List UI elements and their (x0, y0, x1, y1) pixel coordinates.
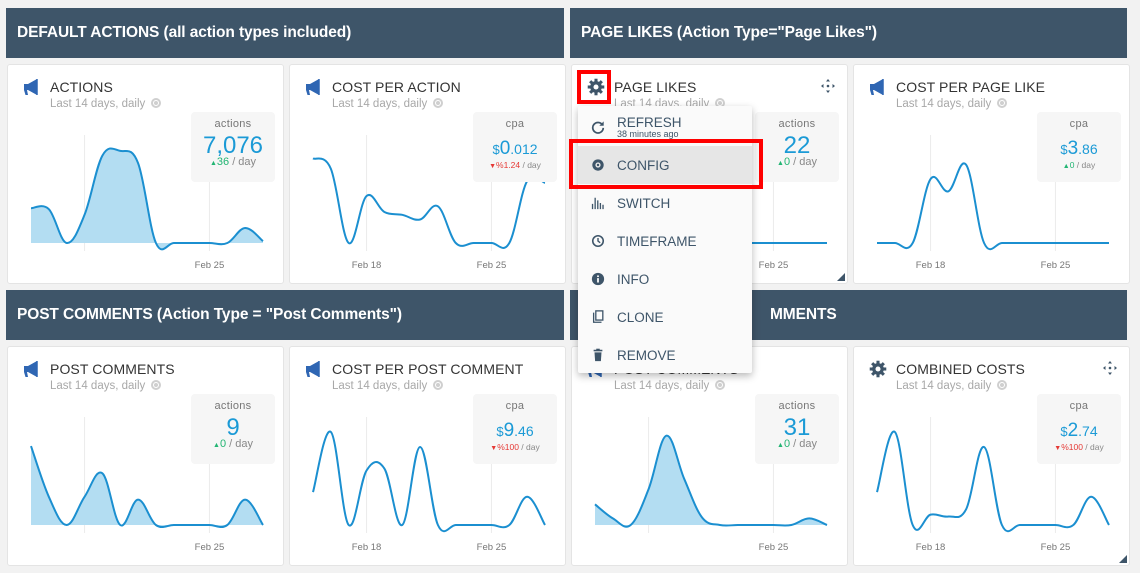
kpi-box: cpa $9.46 ▼%100 / day (473, 394, 557, 464)
widget-card: POST COMMENTSLast 14 days, dailyFeb 25ac… (7, 346, 284, 566)
x-tick-label: Feb 25 (1041, 260, 1071, 271)
kpi-value: $9.46 (496, 420, 534, 441)
menu-item-info[interactable]: INFO (578, 260, 752, 298)
menu-item-clone[interactable]: CLONE (578, 298, 752, 336)
kpi-label: actions (778, 400, 816, 412)
refresh-timestamp: 38 minutes ago (617, 128, 679, 139)
menu-label: INFO (617, 271, 650, 287)
refresh-icon (591, 121, 605, 134)
widget-card: POST COMMENTSLast 14 days, dailyFeb 25ac… (571, 346, 848, 566)
widget-card: ACTIONS Last 14 days, daily Feb 25 actions 7… (7, 64, 284, 284)
kpi-value: 31 (783, 414, 811, 441)
x-tick-label: Feb 25 (477, 542, 507, 553)
kpi-value: $3.86 (1060, 138, 1098, 159)
x-tick-label: Feb 25 (1041, 542, 1071, 553)
delta-arrow-icon: ▲ (1062, 163, 1070, 170)
x-tick-label: Feb 25 (195, 542, 225, 553)
kpi-box: actions 7,076 ▲36 / day (191, 112, 275, 182)
delta-arrow-icon: ▼ (489, 163, 497, 170)
kpi-label: cpa (1069, 118, 1089, 130)
section-header-default-actions: DEFAULT ACTIONS (all action types includ… (6, 8, 564, 58)
x-tick-label: Feb 25 (195, 260, 225, 271)
kpi-delta: ▼%100 / day (1054, 442, 1104, 452)
x-tick-label: Feb 25 (759, 542, 789, 553)
clock-icon (591, 234, 605, 248)
kpi-label: actions (214, 400, 252, 412)
clone-icon (592, 310, 604, 323)
kpi-label: actions (778, 118, 816, 130)
menu-item-switch[interactable]: SWITCH (578, 184, 752, 222)
widget-card: COST PER PAGE LIKE Last 14 days, daily Feb… (853, 64, 1130, 284)
delta-arrow-icon: ▲ (777, 442, 784, 449)
kpi-label: cpa (505, 118, 525, 130)
kpi-box: cpa $2.74 ▼%100 / day (1037, 394, 1121, 464)
x-tick-label: Feb 18 (916, 542, 946, 553)
kpi-label: cpa (1069, 400, 1089, 412)
kpi-box: actions 9 ▲0 / day (191, 394, 275, 464)
kpi-value: 7,076 (202, 132, 264, 159)
x-tick-label: Feb 25 (759, 260, 789, 271)
menu-label: CONFIG (617, 157, 670, 173)
kpi-label: cpa (505, 400, 525, 412)
kpi-value: 22 (783, 132, 811, 159)
widget-menu: REFRESH 38 minutes ago CONFIG SWITCH TIME… (578, 106, 752, 373)
widget-card: COST PER ACTION Last 14 days, daily Feb 18… (289, 64, 566, 284)
kpi-delta: ▲0 / day (777, 156, 817, 168)
kpi-delta: ▲0 / day (1062, 160, 1096, 170)
info-icon (591, 272, 605, 286)
x-tick-label: Feb 18 (352, 542, 382, 553)
trash-icon (593, 348, 603, 362)
kpi-delta: ▲0 / day (213, 438, 253, 450)
bar-chart-icon (591, 197, 604, 210)
kpi-value: $2.74 (1060, 420, 1098, 441)
kpi-box: actions 31 ▲0 / day (755, 394, 839, 464)
kpi-delta: ▼%100 / day (490, 442, 540, 452)
kpi-box: cpa $0.012 ▼%1.24 / day (473, 112, 557, 182)
kpi-value: $0.012 (492, 138, 538, 159)
menu-label: REFRESH (617, 114, 682, 130)
delta-arrow-icon: ▲ (213, 442, 220, 449)
config-icon (592, 159, 604, 171)
x-tick-label: Feb 18 (916, 260, 946, 271)
menu-label: SWITCH (617, 195, 671, 211)
kpi-box: cpa $3.86 ▲0 / day (1037, 112, 1121, 182)
delta-arrow-icon: ▲ (209, 160, 217, 167)
delta-arrow-icon: ▲ (777, 160, 784, 167)
kpi-label: actions (214, 118, 252, 130)
resize-handle-icon[interactable] (1119, 555, 1127, 563)
kpi-delta: ▼%1.24 / day (489, 160, 541, 170)
section-header-post-comments: POST COMMENTS (Action Type = "Post Comme… (6, 290, 564, 340)
menu-label: CLONE (617, 309, 664, 325)
widget-card: COMBINED COSTS Last 14 days, daily Feb 18 F… (853, 346, 1130, 566)
menu-item-config[interactable]: CONFIG (578, 146, 752, 184)
widget-card: COST PER POST COMMENT Last 14 days, daily… (289, 346, 566, 566)
resize-handle-icon[interactable] (837, 273, 845, 281)
kpi-delta: ▲0 / day (777, 438, 817, 450)
section-header-page-likes: PAGE LIKES (Action Type="Page Likes") (570, 8, 1127, 58)
x-tick-label: Feb 18 (352, 260, 382, 271)
menu-label: TIMEFRAME (617, 233, 697, 249)
menu-label: REMOVE (617, 347, 676, 363)
menu-item-refresh[interactable]: REFRESH 38 minutes ago (578, 108, 752, 146)
kpi-value: 9 (226, 414, 240, 441)
menu-item-timeframe[interactable]: TIMEFRAME (578, 222, 752, 260)
x-tick-label: Feb 25 (477, 260, 507, 271)
kpi-box: actions 22 ▲0 / day (755, 112, 839, 182)
menu-item-remove[interactable]: REMOVE (578, 336, 752, 374)
